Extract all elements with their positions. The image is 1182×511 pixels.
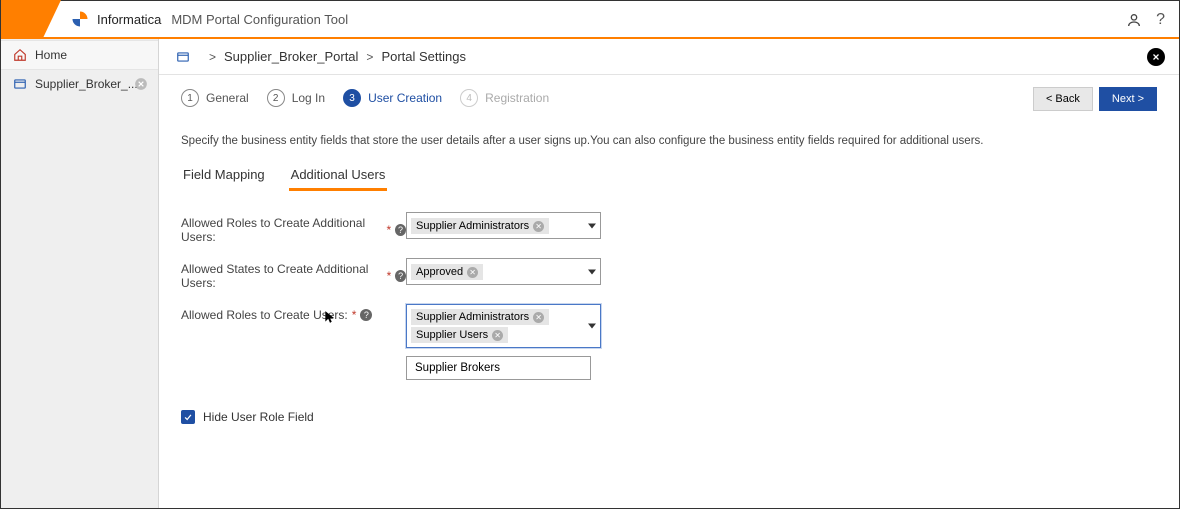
dropdown-option-supplier-brokers[interactable]: Supplier Brokers (407, 357, 590, 379)
help-icon[interactable]: ? (395, 270, 406, 282)
chip-label: Supplier Administrators (416, 311, 529, 323)
step-label: User Creation (368, 91, 442, 105)
breadcrumb-item-portal[interactable]: Supplier_Broker_Portal (224, 49, 358, 64)
chip-label: Approved (416, 266, 463, 278)
back-button[interactable]: < Back (1033, 87, 1093, 111)
tab-additional-users[interactable]: Additional Users (289, 161, 388, 191)
step-number: 3 (343, 89, 361, 107)
close-page-icon[interactable] (1147, 48, 1165, 66)
tabs: Field Mapping Additional Users (181, 161, 1157, 192)
product-name: MDM Portal Configuration Tool (171, 12, 348, 27)
breadcrumb-separator: > (366, 50, 373, 64)
chevron-down-icon[interactable] (588, 223, 596, 228)
sidebar: Home Supplier_Broker_... (1, 39, 159, 508)
step-label: Registration (485, 91, 549, 105)
field-label: Allowed Roles to Create Users: (181, 308, 348, 322)
chip: Approved ✕ (411, 264, 483, 280)
chip-remove-icon[interactable]: ✕ (492, 330, 503, 341)
row-allowed-roles-create: Allowed Roles to Create Users: * ? Suppl… (181, 304, 1157, 348)
portal-icon (13, 77, 27, 91)
row-allowed-states-additional: Allowed States to Create Additional User… (181, 258, 1157, 290)
allowed-roles-create-select[interactable]: Supplier Administrators ✕ Supplier Users… (406, 304, 601, 348)
wizard-steps: 1 General 2 Log In 3 User Creation 4 Reg… (181, 89, 1157, 107)
chip-label: Supplier Users (416, 329, 488, 341)
form: Allowed Roles to Create Additional Users… (181, 212, 1157, 424)
informatica-logo-icon (71, 10, 89, 28)
top-bar: Informatica MDM Portal Configuration Too… (1, 1, 1179, 39)
field-label: Allowed Roles to Create Additional Users… (181, 216, 382, 244)
sidebar-item-home[interactable]: Home (1, 40, 158, 70)
help-icon[interactable]: ? (1156, 11, 1165, 29)
step-label: Log In (292, 91, 325, 105)
wizard-step-user-creation[interactable]: 3 User Creation (343, 89, 442, 107)
step-number: 4 (460, 89, 478, 107)
sidebar-portal-label: Supplier_Broker_... (35, 77, 138, 91)
wizard-step-login[interactable]: 2 Log In (267, 89, 325, 107)
sidebar-home-label: Home (35, 48, 67, 62)
chip-remove-icon[interactable]: ✕ (533, 312, 544, 323)
chip-remove-icon[interactable]: ✕ (467, 267, 478, 278)
required-marker: * (387, 269, 392, 283)
brand-text: Informatica (97, 12, 161, 27)
brand-area: Informatica (71, 10, 161, 28)
chip: Supplier Administrators ✕ (411, 309, 549, 325)
row-hide-user-role: Hide User Role Field (181, 410, 1157, 424)
breadcrumb-separator: > (209, 50, 216, 64)
user-icon[interactable] (1126, 12, 1142, 28)
home-icon (13, 48, 27, 62)
help-icon[interactable]: ? (395, 224, 406, 236)
description-text: Specify the business entity fields that … (181, 135, 1157, 147)
close-tab-icon[interactable] (134, 77, 148, 91)
portal-icon (175, 50, 191, 64)
chip-label: Supplier Administrators (416, 220, 529, 232)
breadcrumb-item-settings: Portal Settings (381, 49, 466, 64)
roles-dropdown: Supplier Brokers (406, 350, 591, 380)
chip-remove-icon[interactable]: ✕ (533, 221, 544, 232)
row-allowed-roles-additional: Allowed Roles to Create Additional Users… (181, 212, 1157, 244)
sidebar-item-portal[interactable]: Supplier_Broker_... (1, 70, 158, 98)
hide-user-role-label: Hide User Role Field (203, 410, 314, 424)
chip: Supplier Users ✕ (411, 327, 508, 343)
brand-wedge (1, 0, 61, 38)
required-marker: * (352, 308, 357, 322)
field-label: Allowed States to Create Additional User… (181, 262, 383, 290)
step-label: General (206, 91, 249, 105)
step-number: 1 (181, 89, 199, 107)
allowed-states-additional-select[interactable]: Approved ✕ (406, 258, 601, 285)
wizard-step-registration[interactable]: 4 Registration (460, 89, 549, 107)
step-number: 2 (267, 89, 285, 107)
tab-field-mapping[interactable]: Field Mapping (181, 161, 267, 191)
breadcrumb: > Supplier_Broker_Portal > Portal Settin… (159, 39, 1179, 75)
main-area: > Supplier_Broker_Portal > Portal Settin… (159, 39, 1179, 508)
help-icon[interactable]: ? (360, 309, 372, 321)
next-button[interactable]: Next > (1099, 87, 1157, 111)
required-marker: * (386, 223, 391, 237)
wizard-step-general[interactable]: 1 General (181, 89, 249, 107)
chevron-down-icon[interactable] (588, 324, 596, 329)
hide-user-role-checkbox[interactable] (181, 410, 195, 424)
chevron-down-icon[interactable] (588, 269, 596, 274)
allowed-roles-additional-select[interactable]: Supplier Administrators ✕ (406, 212, 601, 239)
chip: Supplier Administrators ✕ (411, 218, 549, 234)
